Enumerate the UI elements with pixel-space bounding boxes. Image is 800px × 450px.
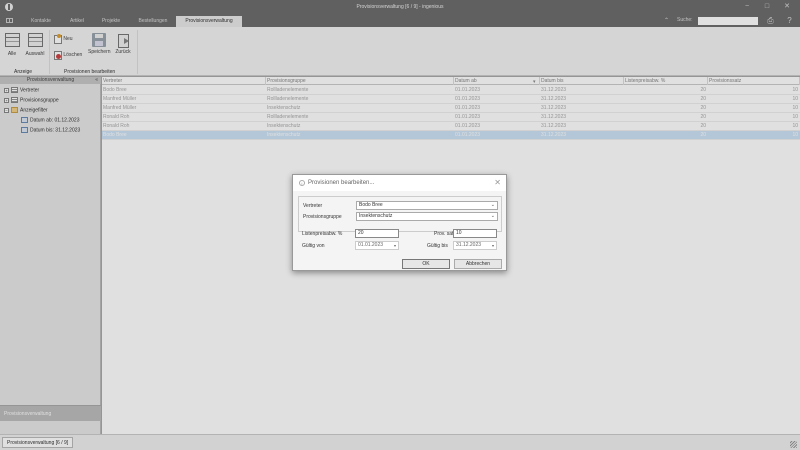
- provsatz-input[interactable]: 10: [453, 229, 497, 238]
- dialog-select-panel: Vertreter Bodo Bree ⌄ Provisionsgruppe I…: [298, 196, 502, 232]
- dialog-close-icon[interactable]: ✕: [494, 178, 501, 187]
- dialog-title: Provisionen bearbeiten...: [308, 180, 375, 186]
- gueltig-bis-value: 31.12.2023: [456, 242, 482, 248]
- gueltig-bis-label: Gültig bis: [427, 243, 448, 249]
- vertreter-select[interactable]: Bodo Bree ⌄: [356, 201, 498, 210]
- info-icon: i: [299, 180, 305, 186]
- dialog-title-bar: i Provisionen bearbeiten... ✕: [293, 175, 506, 191]
- cancel-button[interactable]: Abbrechen: [454, 259, 502, 269]
- gueltig-von-value: 01.01.2023: [358, 242, 384, 248]
- gueltig-von-date[interactable]: 01.01.2023 ▾: [355, 241, 399, 250]
- listenpreis-label: Listenpreisabw. %: [302, 231, 343, 237]
- provisionsgruppe-label: Provisionsgruppe: [303, 214, 342, 220]
- vertreter-label: Vertreter: [303, 203, 323, 209]
- ok-button[interactable]: OK: [402, 259, 450, 269]
- edit-provision-dialog: i Provisionen bearbeiten... ✕ Vertreter …: [292, 174, 507, 271]
- app-window: Provisionsverwaltung [6 / 9] - ingenious…: [0, 0, 800, 450]
- gueltig-bis-date[interactable]: 31.12.2023 ▾: [453, 241, 497, 250]
- gueltig-von-label: Gültig von: [302, 243, 325, 249]
- provisionsgruppe-select[interactable]: Insektenschutz ⌄: [356, 212, 498, 221]
- dropdown-arrow-icon[interactable]: ▾: [394, 242, 396, 249]
- chevron-down-icon[interactable]: ⌄: [491, 202, 495, 209]
- provisionsgruppe-value: Insektenschutz: [359, 213, 393, 219]
- dropdown-arrow-icon[interactable]: ▾: [492, 242, 494, 249]
- listenpreis-input[interactable]: 20: [355, 229, 399, 238]
- vertreter-value: Bodo Bree: [359, 202, 383, 208]
- chevron-down-icon[interactable]: ⌄: [491, 213, 495, 220]
